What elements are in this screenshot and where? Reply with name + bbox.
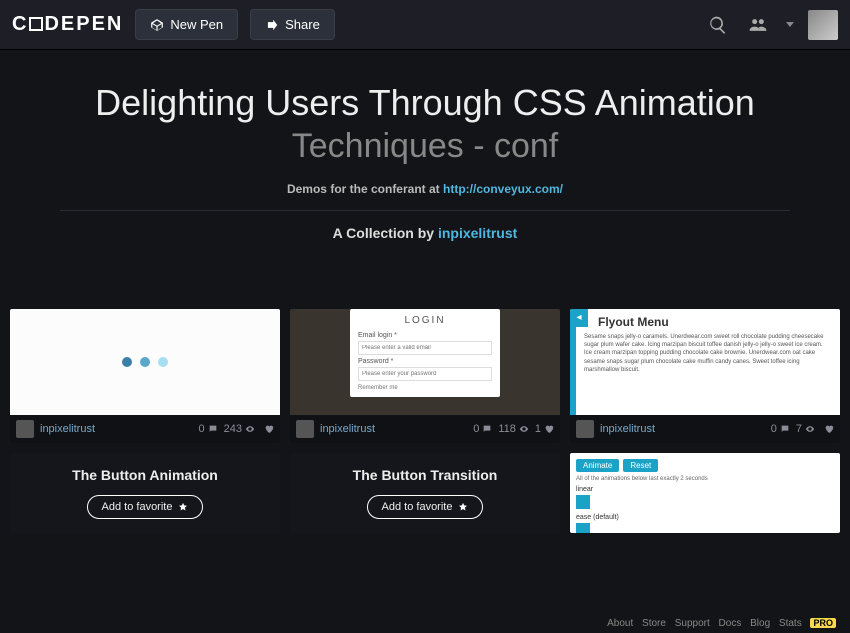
- share-button[interactable]: Share: [250, 9, 335, 40]
- swatch-icon: [576, 495, 590, 509]
- pen-meta: inpixelitrust 0 243: [10, 415, 280, 443]
- pen-card[interactable]: inpixelitrust 0 243: [10, 309, 280, 443]
- comments-stat[interactable]: 0: [771, 423, 790, 435]
- loves-stat[interactable]: [261, 424, 274, 434]
- login-preview: LOGIN Email login * Password * Remember …: [350, 309, 500, 397]
- pen-thumb: ◂ Flyout Menu Sesame snaps jelly-o caram…: [570, 309, 840, 415]
- favorite-button: Add to favorite: [367, 495, 484, 519]
- comments-stat[interactable]: 0: [473, 423, 492, 435]
- flyout-toggle-icon: ◂: [570, 309, 588, 327]
- author-link[interactable]: inpixelitrust: [438, 225, 517, 241]
- pen-thumb: The Button Transition Add to favorite: [290, 453, 560, 533]
- new-pen-button[interactable]: New Pen: [135, 9, 238, 40]
- loves-stat[interactable]: [821, 424, 834, 434]
- page-title: Delighting Users Through CSS Animation: [20, 80, 830, 125]
- pen-thumb: [10, 309, 280, 415]
- views-stat[interactable]: 7: [796, 423, 815, 435]
- footer-link[interactable]: About: [607, 618, 633, 629]
- views-stat[interactable]: 118: [498, 423, 529, 435]
- pen-thumb: The Button Animation Add to favorite: [10, 453, 280, 533]
- heart-icon: [824, 424, 834, 434]
- footer-link[interactable]: Store: [642, 618, 666, 629]
- pen-card[interactable]: The Button Animation Add to favorite: [10, 453, 280, 533]
- search-button[interactable]: [698, 5, 738, 45]
- share-label: Share: [285, 17, 320, 32]
- footer-link[interactable]: Support: [675, 618, 710, 629]
- byline: A Collection by inpixelitrust: [20, 225, 830, 241]
- footer-link[interactable]: Blog: [750, 618, 770, 629]
- people-button[interactable]: [738, 5, 778, 45]
- topbar: CDEPEN New Pen Share: [0, 0, 850, 50]
- flyout-preview: ◂ Flyout Menu Sesame snaps jelly-o caram…: [570, 309, 840, 415]
- reset-button: Reset: [623, 459, 658, 472]
- footer-link[interactable]: Docs: [719, 618, 742, 629]
- mini-avatar[interactable]: [296, 420, 314, 438]
- heart-icon: [264, 424, 274, 434]
- pen-card[interactable]: The Button Transition Add to favorite: [290, 453, 560, 533]
- page-description: Demos for the conferant at http://convey…: [20, 182, 830, 196]
- star-icon: [458, 502, 468, 512]
- favorite-button: Add to favorite: [87, 495, 204, 519]
- footer-link[interactable]: Stats: [779, 618, 802, 629]
- dropdown-caret-icon[interactable]: [786, 22, 794, 27]
- comments-stat[interactable]: 0: [199, 423, 218, 435]
- cube-icon: [150, 18, 164, 32]
- pen-thumb: LOGIN Email login * Password * Remember …: [290, 309, 560, 415]
- footer-links: About Store Support Docs Blog Stats PRO: [601, 618, 836, 629]
- eye-icon: [805, 424, 815, 434]
- mini-avatar[interactable]: [576, 420, 594, 438]
- pen-card[interactable]: LOGIN Email login * Password * Remember …: [290, 309, 560, 443]
- comment-icon: [482, 424, 492, 434]
- heart-icon: [544, 424, 554, 434]
- comment-icon: [780, 424, 790, 434]
- comment-icon: [208, 424, 218, 434]
- pen-title: The Button Transition: [353, 467, 498, 483]
- avatar[interactable]: [808, 10, 838, 40]
- animate-button: Animate: [576, 459, 619, 472]
- page-subtitle: Techniques - conf: [20, 125, 830, 168]
- email-field: [358, 341, 492, 355]
- conf-link[interactable]: http://conveyux.com/: [443, 182, 563, 196]
- mini-avatar[interactable]: [16, 420, 34, 438]
- star-icon: [178, 502, 188, 512]
- pen-card[interactable]: Animate Reset All of the animations belo…: [570, 453, 840, 533]
- new-pen-label: New Pen: [170, 17, 223, 32]
- animation-preview: Animate Reset All of the animations belo…: [570, 453, 840, 533]
- search-icon: [708, 15, 728, 35]
- pen-grid: inpixelitrust 0 243 LOGIN Email login * …: [0, 259, 850, 533]
- pen-meta: inpixelitrust 0 118 1: [290, 415, 560, 443]
- divider: [60, 210, 790, 211]
- pen-author[interactable]: inpixelitrust: [320, 423, 467, 435]
- views-stat[interactable]: 243: [224, 423, 255, 435]
- collection-header: Delighting Users Through CSS Animation T…: [0, 50, 850, 259]
- pro-badge[interactable]: PRO: [810, 618, 836, 628]
- loves-stat[interactable]: 1: [535, 423, 554, 435]
- eye-icon: [519, 424, 529, 434]
- pen-author[interactable]: inpixelitrust: [40, 423, 193, 435]
- pen-meta: inpixelitrust 0 7: [570, 415, 840, 443]
- people-icon: [748, 15, 768, 35]
- pen-title: The Button Animation: [72, 467, 218, 483]
- swatch-icon: [576, 523, 590, 533]
- pen-author[interactable]: inpixelitrust: [600, 423, 765, 435]
- loading-dots-icon: [122, 357, 168, 367]
- logo[interactable]: CDEPEN: [12, 13, 123, 36]
- pen-card[interactable]: ◂ Flyout Menu Sesame snaps jelly-o caram…: [570, 309, 840, 443]
- pen-thumb: Animate Reset All of the animations belo…: [570, 453, 840, 533]
- eye-icon: [245, 424, 255, 434]
- password-field: [358, 367, 492, 381]
- share-icon: [265, 18, 279, 32]
